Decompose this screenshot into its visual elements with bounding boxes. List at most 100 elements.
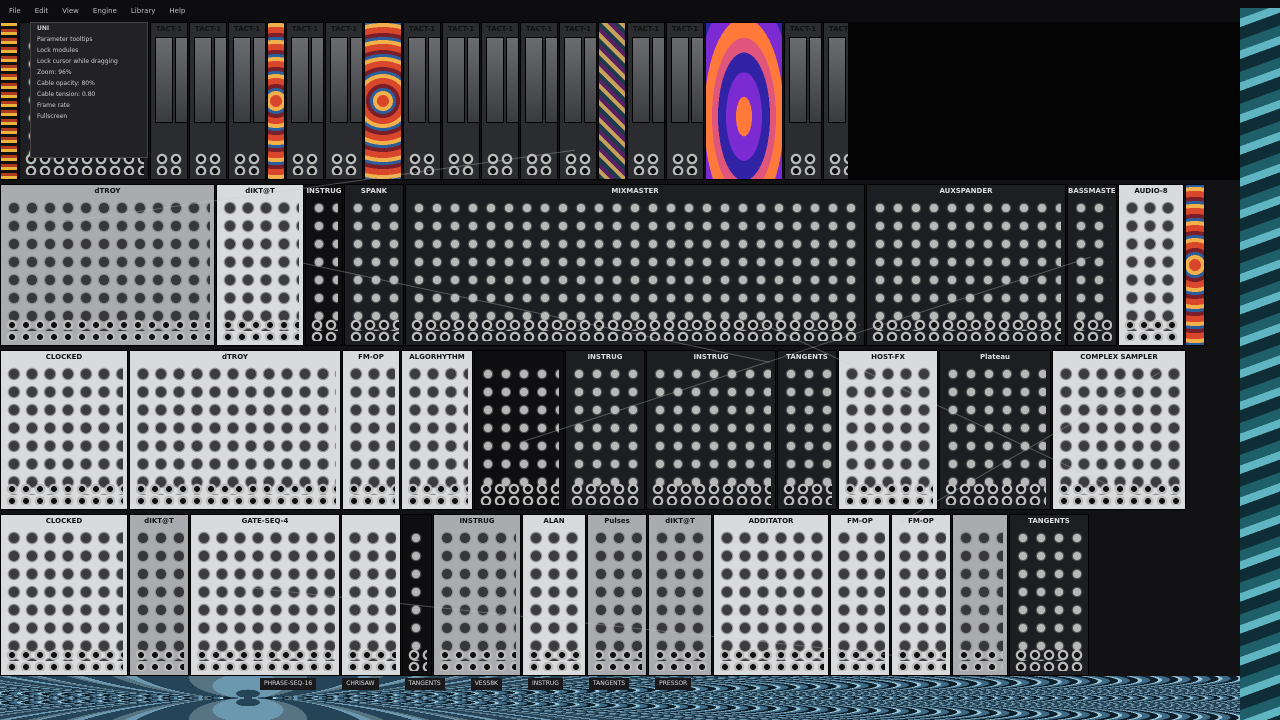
module-alan[interactable]: ALAN <box>522 514 586 676</box>
tact-1[interactable]: TACT-1 <box>325 22 363 180</box>
knob-grid[interactable] <box>835 529 885 661</box>
jack-panel[interactable] <box>1057 483 1181 505</box>
module-host-fx[interactable]: HOST-FX <box>838 350 938 510</box>
settings-item[interactable]: Zoom: 96% <box>31 67 147 78</box>
fader-strip[interactable] <box>467 37 479 123</box>
knob-grid[interactable] <box>349 199 399 331</box>
settings-item[interactable]: Cable tension: 0.80 <box>31 89 147 100</box>
jack-panel[interactable] <box>347 483 395 505</box>
module-complex-sampler[interactable]: COMPLEX SAMPLER <box>1052 350 1186 510</box>
knob-grid[interactable] <box>438 529 516 661</box>
tact-1[interactable]: TACT-1 <box>442 22 480 180</box>
fader-strip[interactable] <box>175 37 187 123</box>
menu-edit[interactable]: Edit <box>30 5 54 17</box>
knob-grid[interactable] <box>782 365 832 495</box>
jack-panel[interactable] <box>310 319 338 341</box>
jack-panel[interactable] <box>194 153 222 175</box>
jack-panel[interactable] <box>651 483 771 505</box>
knob-grid[interactable] <box>410 199 860 331</box>
settings-item[interactable]: Parameter tooltips <box>31 34 147 45</box>
jack-panel[interactable] <box>1014 649 1084 671</box>
jack-panel[interactable] <box>195 649 335 671</box>
module-audio8[interactable]: AUDIO-8 <box>1118 184 1184 346</box>
tact-1[interactable]: TACT-1 <box>559 22 597 180</box>
fader-strip[interactable] <box>214 37 226 123</box>
jack-panel[interactable] <box>5 483 123 505</box>
jack-panel[interactable] <box>479 483 559 505</box>
jack-panel[interactable] <box>564 153 592 175</box>
knob-grid[interactable] <box>1057 365 1181 495</box>
knob-grid[interactable] <box>5 365 123 495</box>
fader-strip[interactable] <box>671 37 689 123</box>
module-fm-op[interactable]: FM-OP <box>342 350 400 510</box>
knob-grid[interactable] <box>221 199 299 331</box>
module-seq-dark[interactable] <box>952 514 1008 676</box>
module-instrug-3[interactable]: INSTRUG <box>646 350 776 510</box>
jack-panel[interactable] <box>957 649 1003 671</box>
settings-item[interactable]: Cable opacity: 80% <box>31 78 147 89</box>
knob-grid[interactable] <box>347 365 395 495</box>
fader-strip[interactable] <box>428 37 440 123</box>
art-weave[interactable] <box>598 22 626 180</box>
fader-strip[interactable] <box>564 37 582 123</box>
module-dikt[interactable]: dIKT@T <box>216 184 304 346</box>
module-fm-op-3[interactable]: FM-OP <box>891 514 951 676</box>
jack-panel[interactable] <box>527 649 581 671</box>
tact-1[interactable]: TACT-1 <box>189 22 227 180</box>
jack-panel[interactable] <box>233 153 261 175</box>
knob-grid[interactable] <box>346 529 396 661</box>
menu-view[interactable]: View <box>57 5 84 17</box>
tact-1[interactable]: TACT-1 <box>784 22 822 180</box>
module-dtroy[interactable]: dTROY <box>0 184 215 346</box>
fader-strip[interactable] <box>691 37 703 123</box>
tact-1[interactable]: TACT-1 <box>403 22 441 180</box>
module-algorhythm[interactable]: ALGORHYTHM <box>401 350 473 510</box>
jack-panel[interactable] <box>782 483 832 505</box>
jack-panel[interactable] <box>221 319 299 341</box>
knob-grid[interactable] <box>570 365 640 495</box>
art-right[interactable] <box>1185 184 1205 346</box>
knob-grid[interactable] <box>5 199 210 331</box>
jack-panel[interactable] <box>5 319 210 341</box>
knob-grid[interactable] <box>406 365 468 495</box>
jack-panel[interactable] <box>406 483 468 505</box>
knob-grid[interactable] <box>1072 199 1112 331</box>
knob-grid[interactable] <box>896 529 946 661</box>
view-settings-menu[interactable]: UNI Parameter tooltips Lock modules Lock c… <box>30 22 148 158</box>
fader-strip[interactable] <box>652 37 664 123</box>
fader-strip[interactable] <box>525 37 543 123</box>
jack-panel[interactable] <box>134 483 336 505</box>
module-tangents[interactable]: TANGENTS <box>777 350 837 510</box>
module-mixer-small[interactable] <box>341 514 401 676</box>
module-mixmaster[interactable]: MIXMASTER <box>405 184 865 346</box>
fader-strip[interactable] <box>155 37 173 123</box>
knob-grid[interactable] <box>479 365 559 495</box>
fader-strip[interactable] <box>486 37 504 123</box>
knob-grid[interactable] <box>944 365 1046 495</box>
jack-panel[interactable] <box>5 649 123 671</box>
settings-item[interactable]: Fullscreen <box>31 111 147 122</box>
settings-item[interactable]: Lock modules <box>31 45 147 56</box>
jack-panel[interactable] <box>718 649 824 671</box>
knob-grid[interactable] <box>843 365 933 495</box>
module-pulses[interactable]: Pulses <box>587 514 647 676</box>
knob-grid[interactable] <box>1123 199 1179 331</box>
module-spank[interactable]: SPANK <box>344 184 404 346</box>
knob-grid[interactable] <box>407 529 427 661</box>
module-clocked[interactable]: CLOCKED <box>0 350 128 510</box>
art-purple[interactable] <box>705 22 783 180</box>
art-yellow[interactable] <box>0 22 18 180</box>
tact-1[interactable]: TACT-1 <box>286 22 324 180</box>
knob-grid[interactable] <box>134 529 184 661</box>
fader-strip[interactable] <box>233 37 251 123</box>
jack-panel[interactable] <box>291 153 319 175</box>
fader-strip[interactable] <box>632 37 650 123</box>
settings-item[interactable]: Frame rate <box>31 100 147 111</box>
menu-library[interactable]: Library <box>126 5 160 17</box>
module-instrug-4[interactable]: INSTRUG <box>433 514 521 676</box>
jack-panel[interactable] <box>871 319 1061 341</box>
fader-strip[interactable] <box>809 37 821 123</box>
knob-grid[interactable] <box>653 529 707 661</box>
jack-panel[interactable] <box>653 649 707 671</box>
jack-panel[interactable] <box>438 649 516 671</box>
